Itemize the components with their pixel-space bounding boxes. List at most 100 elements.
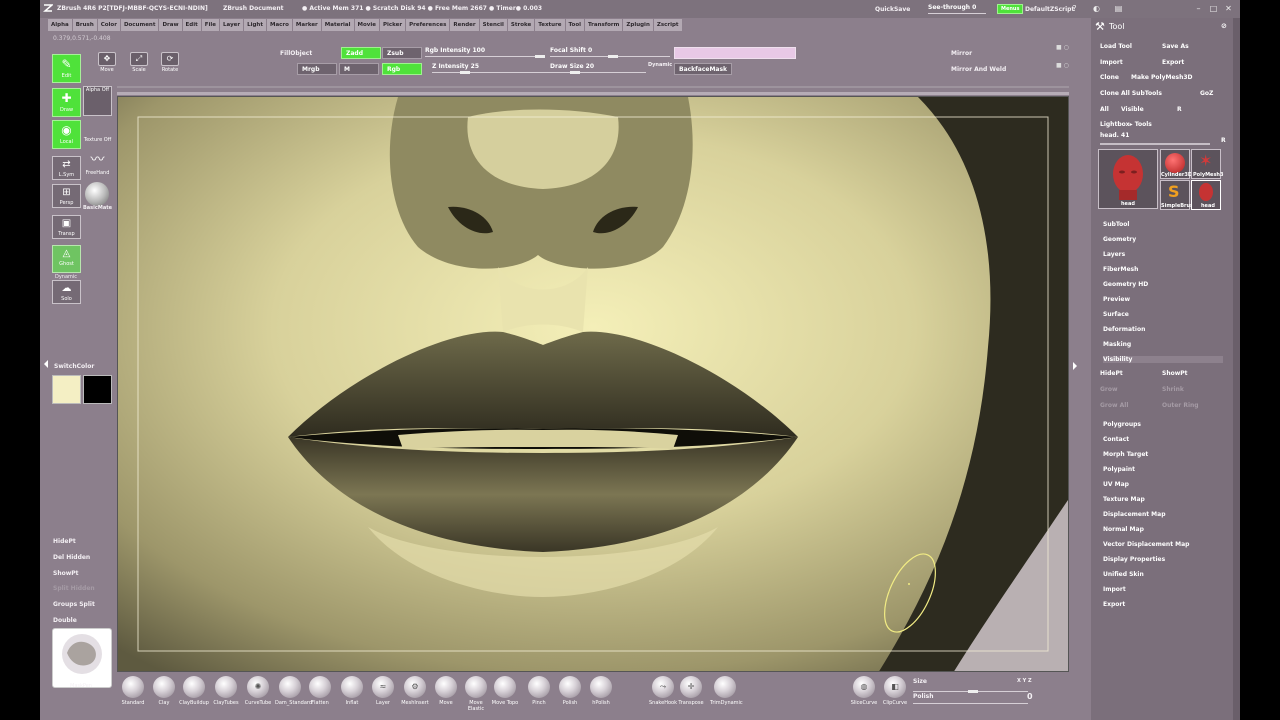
brush-curvetube[interactable]: ✺ CurveTube	[243, 676, 273, 706]
groups-split-button[interactable]: Groups Split	[53, 601, 95, 608]
layout-icon[interactable]: ◐	[1092, 4, 1101, 13]
zsub-button[interactable]: Zsub	[382, 47, 422, 59]
tool-thumb-head-large[interactable]: head	[1098, 149, 1158, 209]
menu-transform[interactable]: Transform	[585, 19, 623, 31]
m-button[interactable]: M	[339, 63, 379, 75]
menu-layer[interactable]: Layer	[220, 19, 244, 31]
subpalette-surface[interactable]: Surface	[1103, 311, 1129, 318]
brush-claybuildup[interactable]: ClayBuildup	[179, 676, 209, 706]
brush-pinch[interactable]: Pinch	[524, 676, 554, 706]
brush-meshinsert[interactable]: ⚙ MeshInsert	[400, 676, 430, 706]
subpalette-normal-map[interactable]: Normal Map	[1103, 526, 1144, 533]
subpalette-displacement-map[interactable]: Displacement Map	[1103, 511, 1166, 518]
r-button[interactable]: R	[1177, 106, 1182, 113]
menu-draw[interactable]: Draw	[159, 19, 182, 31]
brush-inflat[interactable]: Inflat	[337, 676, 367, 706]
subpalette-uv-map[interactable]: UV Map	[1103, 481, 1129, 488]
draw-size-slider[interactable]: Draw Size 20	[550, 62, 646, 74]
subpalette-vector-displacement-map[interactable]: Vector Displacement Map	[1103, 541, 1189, 548]
zadd-button[interactable]: Zadd	[341, 47, 381, 59]
brush-dam-standard[interactable]: Dam_Standard	[275, 676, 312, 706]
goz-button[interactable]: GoZ	[1200, 90, 1213, 97]
local-button[interactable]: ◉ Local	[52, 120, 81, 149]
menu-render[interactable]: Render	[450, 19, 479, 31]
scale-button[interactable]: ⤢ Scale	[128, 52, 150, 73]
palette-scrollbar[interactable]	[1233, 18, 1240, 720]
rgb-button[interactable]: Rgb	[382, 63, 422, 75]
ghost-button[interactable]: ◬ Ghost	[52, 245, 81, 273]
viewport-canvas[interactable]	[117, 96, 1069, 672]
color-field[interactable]	[674, 47, 796, 59]
hidept-button[interactable]: HidePt	[53, 538, 76, 545]
switch-color-button[interactable]: SwitchColor	[54, 363, 94, 370]
z-intensity-slider[interactable]: Z Intensity 25	[432, 62, 552, 74]
brush-flatten[interactable]: Flatten	[305, 676, 335, 706]
brush-trimdynamic[interactable]: TrimDynamic	[710, 676, 743, 706]
subpalette-texture-map[interactable]: Texture Map	[1103, 496, 1145, 503]
edit-button[interactable]: ✎ Edit	[52, 54, 81, 83]
dynamic-button[interactable]: Dynamic	[648, 62, 672, 68]
transp-button[interactable]: ▣ Transp	[52, 215, 81, 239]
brush-hpolish[interactable]: hPolish	[586, 676, 616, 706]
vis-grow-button[interactable]: Grow	[1100, 386, 1118, 393]
minimize-icon[interactable]: –	[1194, 4, 1203, 13]
brush-clipcurve[interactable]: ◧ ClipCurve	[880, 676, 910, 706]
double-button[interactable]: Double	[53, 617, 77, 624]
maximize-icon[interactable]: □	[1209, 4, 1218, 13]
menu-alpha[interactable]: Alpha	[48, 19, 72, 31]
brush-snakehook[interactable]: ⤳ SnakeHook	[648, 676, 678, 706]
default-zscript-button[interactable]: DefaultZScript	[1025, 6, 1074, 13]
persp-button[interactable]: ⊞ Persp	[52, 184, 81, 208]
menu-marker[interactable]: Marker	[292, 19, 321, 31]
brush-move[interactable]: Move	[431, 676, 461, 706]
subpalette-layers[interactable]: Layers	[1103, 251, 1125, 258]
close-icon[interactable]: ✕	[1224, 4, 1233, 13]
brush-layer[interactable]: ≈ Layer	[368, 676, 398, 706]
menu-stencil[interactable]: Stencil	[479, 19, 507, 31]
brush-move-elastic[interactable]: Move Elastic	[461, 676, 491, 712]
focal-shift-slider[interactable]: Focal Shift 0	[550, 46, 670, 58]
menu-preferences[interactable]: Preferences	[406, 19, 450, 31]
vis-grow-all-button[interactable]: Grow All	[1100, 402, 1128, 409]
palette-pin-icon[interactable]: ■ ○	[1056, 44, 1069, 51]
menu-movie[interactable]: Movie	[354, 19, 379, 31]
tool-palette-title[interactable]: Tool	[1109, 22, 1125, 31]
mrgb-button[interactable]: Mrgb	[297, 63, 337, 75]
rgb-intensity-slider[interactable]: Rgb Intensity 100	[425, 46, 545, 58]
freehand-button[interactable]: 〰 FreeHand	[83, 150, 112, 180]
menu-zplugin[interactable]: Zplugin	[623, 19, 653, 31]
brush-slicecurve[interactable]: ◍ SliceCurve	[849, 676, 879, 706]
vis-shrink-button[interactable]: Shrink	[1162, 386, 1184, 393]
polish-slider[interactable]	[913, 694, 1028, 706]
subpalette-polygroups[interactable]: Polygroups	[1103, 421, 1141, 428]
subpalette-geometry-hd[interactable]: Geometry HD	[1103, 281, 1148, 288]
mask-pen-brush-button[interactable]	[52, 628, 112, 688]
menu-file[interactable]: File	[201, 19, 220, 31]
alpha-off-button[interactable]: Alpha Off	[83, 86, 112, 116]
menus-toggle[interactable]: Menus	[997, 4, 1024, 14]
make-polymesh-button[interactable]: Make PolyMesh3D	[1131, 74, 1193, 81]
rgb-intensity-knob[interactable]	[535, 55, 545, 58]
z-intensity-knob[interactable]	[460, 71, 470, 74]
material-sphere-icon[interactable]	[85, 182, 109, 206]
subpalette-unified-skin[interactable]: Unified Skin	[1103, 571, 1144, 578]
import-button[interactable]: Import	[1100, 59, 1123, 66]
subpalette-geometry[interactable]: Geometry	[1103, 236, 1136, 243]
menu-picker[interactable]: Picker	[379, 19, 406, 31]
secondary-color-swatch[interactable]	[83, 375, 112, 404]
palette-close-icon[interactable]: ⊘	[1221, 22, 1227, 30]
brush-claytubes[interactable]: ClayTubes	[211, 676, 241, 706]
mirror-weld-button[interactable]: Mirror And Weld	[951, 66, 1006, 73]
subpalette-contact[interactable]: Contact	[1103, 436, 1129, 443]
save-as-button[interactable]: Save As	[1162, 43, 1189, 50]
r-button-2[interactable]: R	[1221, 137, 1226, 144]
vis-showpt-button[interactable]: ShowPt	[1162, 370, 1188, 377]
lightbox-tools-button[interactable]: Lightbox▸ Tools	[1100, 121, 1152, 128]
draw-size-knob[interactable]	[570, 71, 580, 74]
export-button[interactable]: Export	[1162, 59, 1184, 66]
menu-edit[interactable]: Edit	[182, 19, 201, 31]
vis-hidept-button[interactable]: HidePt	[1100, 370, 1123, 377]
menu-document[interactable]: Document	[120, 19, 159, 31]
fill-object-button[interactable]: FillObject	[280, 50, 312, 57]
texture-off-button[interactable]: Texture Off	[83, 137, 112, 150]
